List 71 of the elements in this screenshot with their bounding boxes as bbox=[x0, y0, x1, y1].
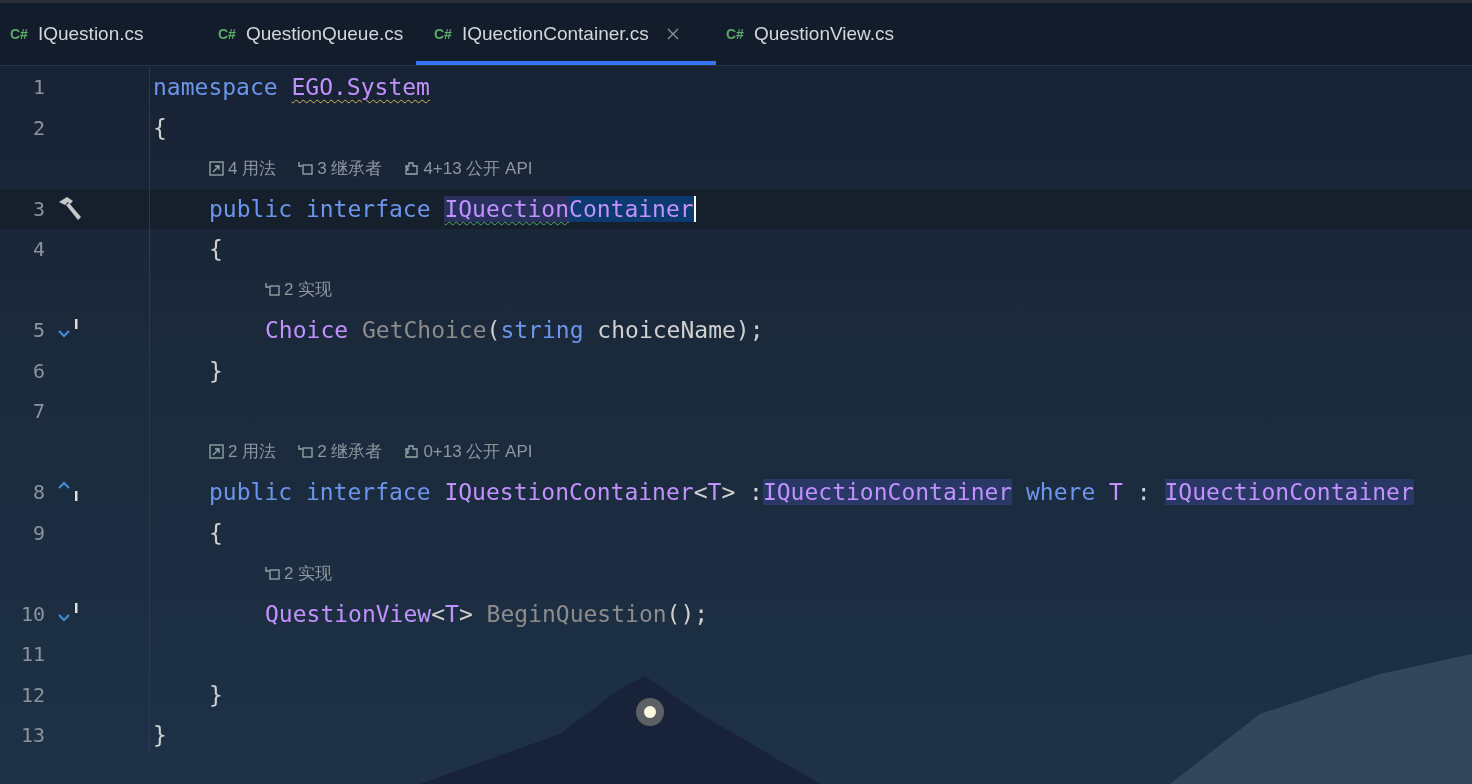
code-token: ( bbox=[486, 317, 501, 344]
line-number: 4 bbox=[31, 237, 45, 262]
code-token: } bbox=[209, 357, 223, 384]
line-number: 8 bbox=[31, 480, 45, 505]
code-token: { bbox=[209, 236, 223, 263]
usages-icon bbox=[209, 160, 224, 176]
code-token: IQuectionContainer bbox=[762, 479, 1013, 506]
inlay-hint[interactable]: 2 实现 bbox=[265, 278, 333, 302]
code-token: GetChoice bbox=[361, 317, 487, 344]
inlay-hint[interactable]: 4+13 公开 API bbox=[404, 156, 533, 180]
code-token: > bbox=[458, 600, 474, 627]
inlay-hint[interactable]: 2 实现 bbox=[265, 561, 333, 585]
code-token: < bbox=[693, 479, 708, 506]
inlay-hint[interactable]: 4 用法 bbox=[209, 156, 277, 180]
code-token: where bbox=[1025, 479, 1097, 506]
code-token: public interface bbox=[209, 479, 432, 506]
code-token: } bbox=[209, 681, 223, 708]
line-number: 7 bbox=[31, 399, 45, 424]
csharp-file-icon: C# bbox=[726, 26, 744, 42]
puzzle-icon bbox=[404, 160, 420, 176]
code-token: > : bbox=[721, 479, 763, 506]
code-token: BeginQuestion bbox=[486, 600, 667, 627]
csharp-file-icon: C# bbox=[218, 26, 236, 42]
code-token: { bbox=[153, 114, 167, 141]
code-token: string bbox=[500, 317, 585, 344]
line-number: 1 bbox=[31, 75, 45, 100]
close-icon[interactable] bbox=[666, 28, 679, 40]
code-token: Container bbox=[569, 195, 694, 222]
code-token: T bbox=[1109, 479, 1123, 506]
line-number: 11 bbox=[19, 642, 45, 667]
csharp-file-icon: C# bbox=[10, 26, 28, 42]
code-token: Choice bbox=[265, 317, 350, 344]
code-token: } bbox=[153, 722, 167, 749]
code-token: { bbox=[209, 519, 223, 546]
code-token: : bbox=[1135, 479, 1152, 506]
code-token: QuestionView bbox=[265, 600, 432, 627]
code-token: namespace bbox=[153, 74, 279, 101]
inlay-hint[interactable]: 2 用法 bbox=[209, 440, 277, 464]
code-token: choiceName); bbox=[597, 317, 764, 344]
file-tab[interactable]: C# QuestionView.cs bbox=[716, 3, 924, 65]
file-tab[interactable]: C# IQuectionContainer.cs bbox=[416, 3, 716, 65]
code-token: IQuectionContainer bbox=[1164, 479, 1414, 506]
code-token: EGO.System bbox=[291, 74, 430, 101]
code-token: IQuestionContainer bbox=[444, 479, 694, 506]
puzzle-icon bbox=[404, 444, 420, 460]
code-token: IQuection bbox=[444, 195, 570, 222]
line-number: 6 bbox=[31, 358, 45, 383]
csharp-file-icon: C# bbox=[434, 26, 452, 42]
glowing-star-drawing bbox=[636, 698, 664, 726]
file-tab[interactable]: C# IQuestion.cs bbox=[0, 3, 208, 65]
inlay-hint[interactable]: 2 继承者 bbox=[298, 440, 383, 464]
line-number: 10 bbox=[19, 601, 45, 626]
hierarchy-icon bbox=[298, 160, 314, 176]
file-tab[interactable]: C# QuestionQueue.cs bbox=[208, 3, 416, 65]
hierarchy-icon bbox=[265, 565, 280, 581]
line-number: 5 bbox=[31, 318, 45, 343]
hierarchy-icon bbox=[298, 444, 314, 460]
hierarchy-icon bbox=[265, 282, 280, 298]
code-token: (); bbox=[666, 600, 709, 627]
inlay-hint[interactable]: 0+13 公开 API bbox=[404, 440, 533, 464]
line-number: 9 bbox=[31, 520, 45, 545]
usages-icon bbox=[209, 444, 224, 460]
inlay-hint[interactable]: 3 继承者 bbox=[298, 156, 383, 180]
code-token: < bbox=[431, 600, 446, 627]
code-token: public interface bbox=[209, 195, 432, 222]
code-token: T bbox=[445, 600, 459, 627]
line-number: 3 bbox=[31, 196, 45, 221]
line-number: 12 bbox=[19, 682, 45, 707]
line-number: 2 bbox=[31, 115, 45, 140]
code-token: T bbox=[707, 479, 722, 506]
line-number: 13 bbox=[19, 723, 45, 748]
